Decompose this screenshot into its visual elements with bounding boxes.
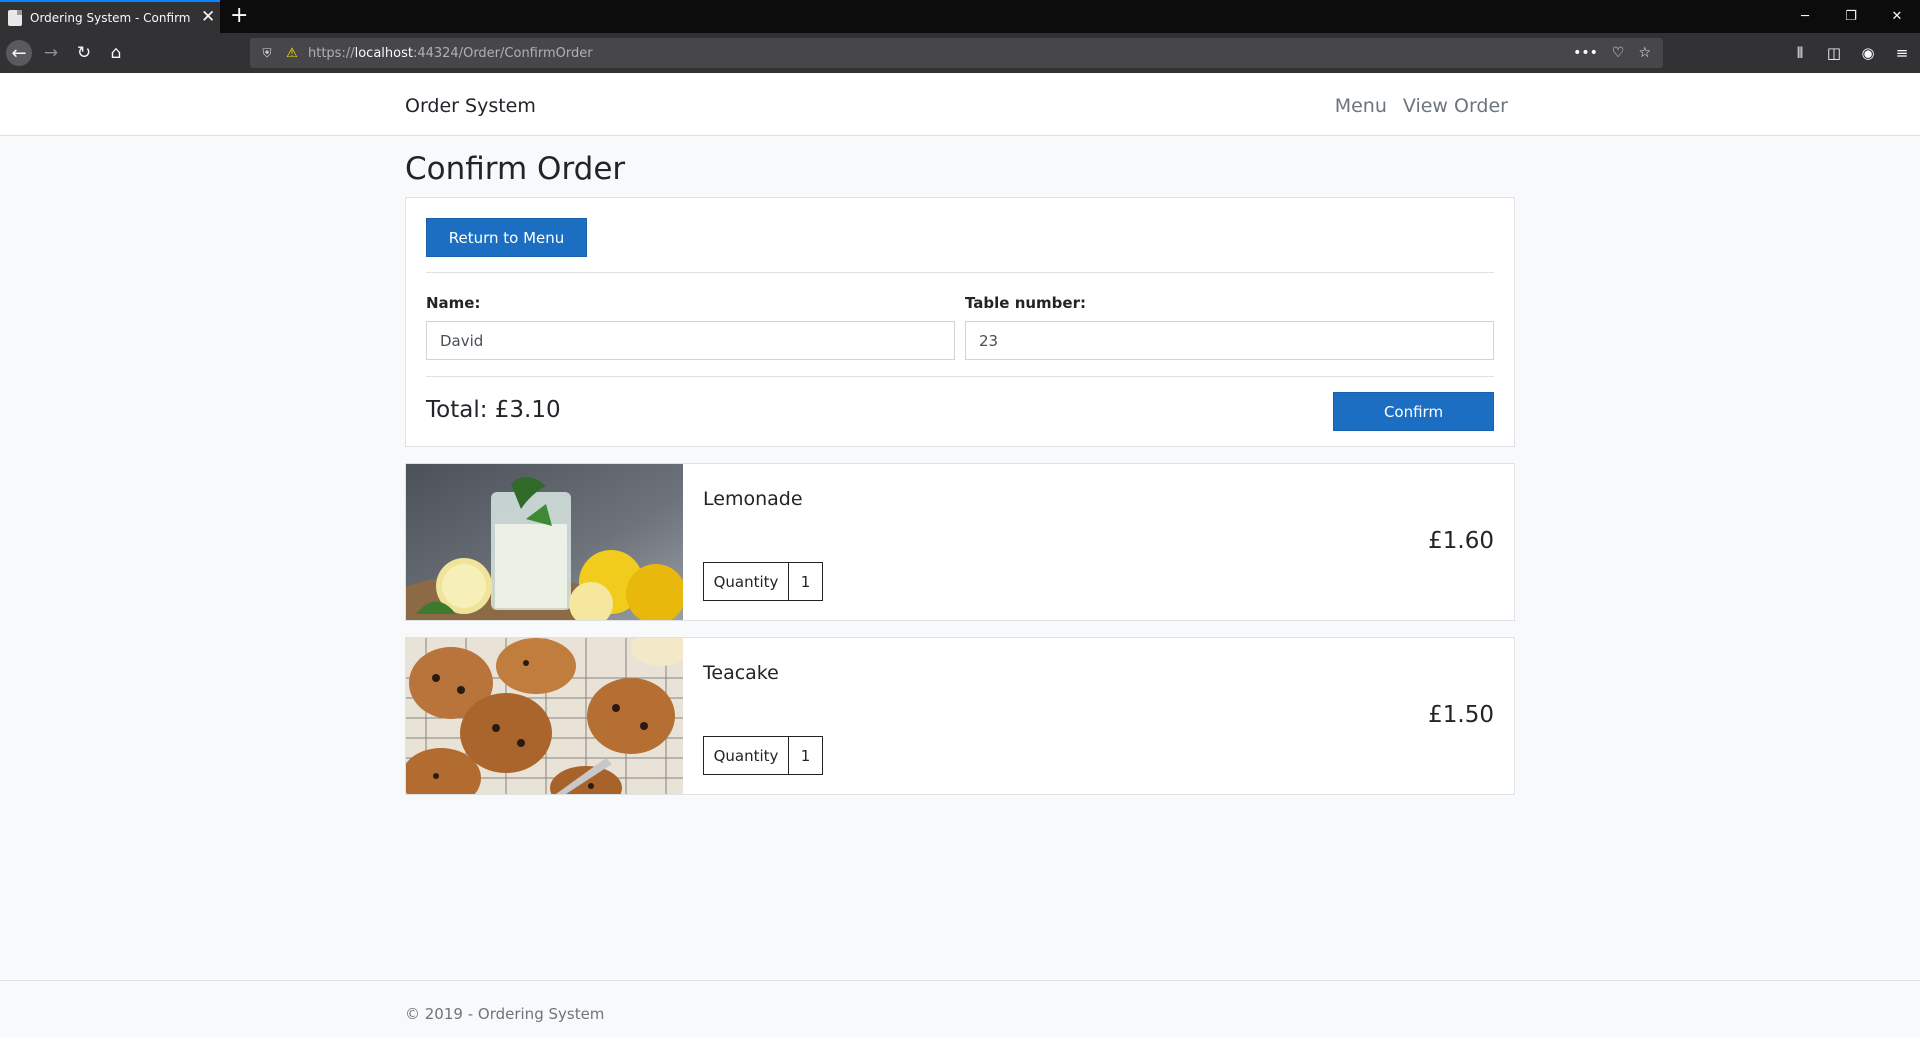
brand[interactable]: Order System — [405, 95, 536, 117]
minimize-icon[interactable]: ─ — [1782, 0, 1828, 33]
insecure-lock-icon[interactable]: ⚠ — [284, 45, 300, 61]
footer-text: © 2019 - Ordering System — [405, 1005, 605, 1023]
home-icon[interactable]: ⌂ — [103, 40, 129, 66]
divider — [426, 376, 1494, 377]
address-bar[interactable]: ⛨ ⚠ https://localhost:44324/Order/Confir… — [250, 38, 1663, 68]
quantity-label: Quantity — [704, 737, 789, 774]
library-icon[interactable]: ⫴ — [1790, 40, 1810, 66]
quantity-value[interactable]: 1 — [789, 563, 822, 600]
teacake-image — [406, 638, 683, 794]
more-actions-icon[interactable]: ••• — [1573, 45, 1598, 61]
nav-menu-link[interactable]: Menu — [1335, 95, 1387, 117]
sidebar-icon[interactable]: ◫ — [1824, 40, 1844, 66]
divider — [426, 272, 1494, 273]
pocket-icon[interactable]: ♡ — [1612, 45, 1625, 61]
quantity-field: Quantity 1 — [703, 736, 823, 775]
window-controls: ─ ❐ ✕ — [1782, 0, 1920, 33]
name-input[interactable]: David — [426, 321, 955, 360]
order-item-card: Lemonade £1.60 Quantity 1 — [405, 463, 1515, 621]
table-number-label: Table number: — [965, 294, 1086, 312]
menu-hamburger-icon[interactable]: ≡ — [1892, 40, 1912, 66]
url-host: localhost — [354, 45, 413, 61]
lemonade-image — [406, 464, 683, 620]
url-actions: ••• ♡ ☆ — [1573, 38, 1651, 68]
order-form-card: Return to Menu Name: David Table number:… — [405, 197, 1515, 447]
site-footer: © 2019 - Ordering System — [0, 980, 1920, 1037]
browser-toolbar: ← → ↻ ⌂ ⛨ ⚠ https://localhost:44324/Orde… — [0, 33, 1920, 73]
quantity-field: Quantity 1 — [703, 562, 823, 601]
site-nav: Menu View Order — [1335, 95, 1508, 117]
order-total: Total: £3.10 — [426, 397, 561, 423]
item-price: £1.50 — [1428, 702, 1494, 728]
item-name: Lemonade — [703, 488, 803, 510]
item-price: £1.60 — [1428, 528, 1494, 554]
url-path: :44324/Order/ConfirmOrder — [412, 45, 593, 61]
account-icon[interactable]: ◉ — [1858, 40, 1878, 66]
new-tab-icon[interactable]: + — [230, 3, 248, 29]
name-label: Name: — [426, 294, 481, 312]
toolbar-right: ⫴ ◫ ◉ ≡ — [1790, 40, 1912, 66]
restore-icon[interactable]: ❐ — [1828, 0, 1874, 33]
nav-view-order-link[interactable]: View Order — [1403, 95, 1508, 117]
return-to-menu-button[interactable]: Return to Menu — [426, 218, 587, 257]
quantity-value[interactable]: 1 — [789, 737, 822, 774]
item-name: Teacake — [703, 662, 779, 684]
close-tab-icon[interactable]: ✕ — [201, 9, 215, 26]
page-title: Confirm Order — [405, 151, 626, 187]
reload-icon[interactable]: ↻ — [71, 40, 97, 66]
site-header: Order System Menu View Order — [0, 73, 1920, 136]
url-prefix: https:// — [308, 45, 355, 61]
browser-tab-bar: Ordering System - Confirm Order ✕ + ─ ❐ … — [0, 0, 1920, 33]
shield-icon[interactable]: ⛨ — [260, 46, 274, 60]
confirm-button[interactable]: Confirm — [1333, 392, 1494, 431]
quantity-label: Quantity — [704, 563, 789, 600]
forward-icon[interactable]: → — [38, 40, 64, 66]
url-text[interactable]: https://localhost:44324/Order/ConfirmOrd… — [308, 46, 593, 61]
back-icon[interactable]: ← — [6, 40, 32, 66]
order-item-card: Teacake £1.50 Quantity 1 — [405, 637, 1515, 795]
close-window-icon[interactable]: ✕ — [1874, 0, 1920, 33]
page-icon — [8, 9, 22, 26]
bookmark-star-icon[interactable]: ☆ — [1638, 45, 1651, 61]
tab-title: Ordering System - Confirm Order — [30, 10, 195, 25]
table-number-input[interactable]: 23 — [965, 321, 1494, 360]
browser-tab[interactable]: Ordering System - Confirm Order ✕ — [0, 0, 220, 33]
